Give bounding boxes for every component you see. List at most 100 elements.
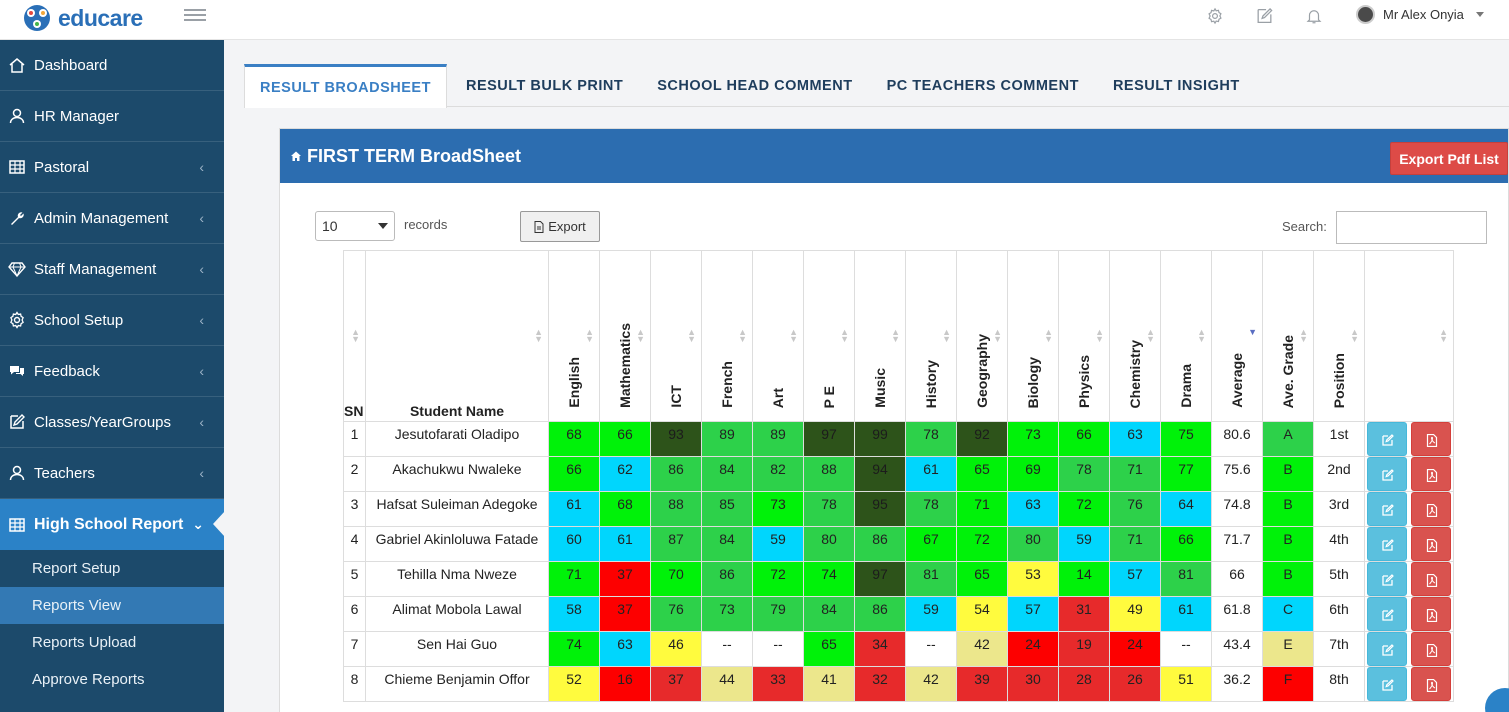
sidebar-item-high-school-report[interactable]: High School Report ⌄ — [0, 499, 225, 550]
logo-icon — [24, 5, 50, 31]
subject-header-label: P E — [821, 385, 837, 408]
column-header-subject[interactable]: English ▲ ▼ — [548, 250, 600, 422]
export-label: Export — [548, 219, 586, 234]
gear-icon[interactable] — [1206, 6, 1224, 26]
sidebar-item-label: High School Report — [34, 515, 184, 533]
edit-report-button[interactable] — [1367, 422, 1407, 456]
tab-result-broadsheet[interactable]: RESULT BROADSHEET — [244, 64, 447, 108]
top-bar: educare Mr Alex Onyia — [0, 0, 1509, 40]
tab-pc-teachers-comment[interactable]: PC TEACHERS COMMENT — [887, 64, 1079, 107]
cell-score: 59 — [905, 596, 957, 632]
sidebar-subitem-approve-reports[interactable]: Approve Reports — [0, 661, 224, 698]
panel-title: FIRST TERM BroadSheet — [307, 145, 522, 166]
edit-report-button[interactable] — [1367, 527, 1407, 561]
sidebar-item-admin-management[interactable]: Admin Management ‹ — [0, 193, 224, 244]
cell-score: 72 — [956, 526, 1008, 562]
subject-header-label: ICT — [668, 385, 684, 408]
cell-score: 68 — [599, 491, 651, 527]
app-logo[interactable]: educare — [22, 3, 143, 33]
edit-report-button[interactable] — [1367, 457, 1407, 491]
column-header-student-name[interactable]: Student Name ▲ ▼ — [365, 250, 549, 422]
menu-toggle-icon[interactable] — [184, 6, 206, 24]
user-menu[interactable]: Mr Alex Onyia — [1356, 5, 1484, 24]
column-header-actions[interactable]: ▲ ▼ — [1364, 250, 1454, 422]
column-header-summary[interactable]: Ave. Grade ▲ ▼ — [1262, 250, 1314, 422]
sidebar-subitem-reports-upload[interactable]: Reports Upload — [0, 624, 224, 661]
page-length-select[interactable]: 10 — [315, 211, 395, 241]
export-pdf-list-button[interactable]: Export Pdf List — [1390, 142, 1508, 175]
edit-report-button[interactable] — [1367, 597, 1407, 631]
cell-actions — [1364, 596, 1454, 632]
records-label: records — [404, 217, 448, 232]
column-header-subject[interactable]: Art ▲ ▼ — [752, 250, 804, 422]
cell-score: 66 — [548, 456, 600, 492]
sidebar-item-dashboard[interactable]: Dashboard — [0, 40, 224, 91]
cell-student-name: Gabriel Akinloluwa Fatade — [365, 526, 549, 562]
column-header-subject[interactable]: Geography ▲ ▼ — [956, 250, 1008, 422]
sidebar-subitem-reports-view[interactable]: Reports View — [0, 587, 224, 624]
cell-score: 99 — [854, 421, 906, 457]
search-input[interactable] — [1336, 211, 1487, 244]
cell-score: 14 — [1058, 561, 1110, 597]
tab-school-head-comment[interactable]: SCHOOL HEAD COMMENT — [657, 64, 852, 107]
pdf-report-button[interactable] — [1411, 597, 1451, 631]
column-header-subject[interactable]: Physics ▲ ▼ — [1058, 250, 1110, 422]
column-header-subject[interactable]: Music ▲ ▼ — [854, 250, 906, 422]
subject-header-label: History — [923, 359, 939, 408]
cell-score: 24 — [1007, 631, 1059, 667]
column-header-subject[interactable]: Drama ▲ ▼ — [1160, 250, 1212, 422]
pdf-report-button[interactable] — [1411, 667, 1451, 701]
sidebar-item-pastoral[interactable]: Pastoral ‹ — [0, 142, 224, 193]
cell-ave-grade: A — [1262, 421, 1314, 457]
pdf-report-button[interactable] — [1411, 527, 1451, 561]
cell-score: 44 — [701, 666, 753, 702]
column-header-summary[interactable]: Average ▼ — [1211, 250, 1263, 422]
cell-score: 92 — [956, 421, 1008, 457]
bell-icon[interactable] — [1305, 6, 1323, 26]
edit-icon — [1382, 469, 1394, 481]
sidebar-item-teachers[interactable]: Teachers ‹ — [0, 448, 224, 499]
cell-position: 6th — [1313, 596, 1365, 632]
pdf-report-button[interactable] — [1411, 492, 1451, 526]
column-header-subject[interactable]: ICT ▲ ▼ — [650, 250, 702, 422]
subject-header-label: Geography — [974, 334, 990, 408]
sidebar-item-label: Pastoral — [34, 158, 90, 176]
pdf-report-button[interactable] — [1411, 457, 1451, 491]
edit-report-button[interactable] — [1367, 667, 1407, 701]
pdf-report-button[interactable] — [1411, 632, 1451, 666]
sidebar-item-classes-yeargroups[interactable]: Classes/YearGroups ‹ — [0, 397, 224, 448]
pdf-report-button[interactable] — [1411, 422, 1451, 456]
cell-score: 79 — [752, 596, 804, 632]
sidebar-item-hr-manager[interactable]: HR Manager — [0, 91, 224, 142]
cell-ave-grade: B — [1262, 561, 1314, 597]
column-header-sn[interactable]: SN ▲ ▼ — [343, 250, 366, 422]
export-button[interactable]: Export — [520, 211, 600, 242]
sidebar-subitem-report-setup[interactable]: Report Setup — [0, 550, 224, 587]
cell-ave-grade: E — [1262, 631, 1314, 667]
cell-average: 36.2 — [1211, 666, 1263, 702]
edit-report-button[interactable] — [1367, 632, 1407, 666]
column-header-subject[interactable]: Mathematics ▲ ▼ — [599, 250, 651, 422]
file-pdf-icon — [1426, 469, 1438, 482]
column-header-subject[interactable]: Biology ▲ ▼ — [1007, 250, 1059, 422]
column-header-subject[interactable]: P E ▲ ▼ — [803, 250, 855, 422]
tab-result-insight[interactable]: RESULT INSIGHT — [1113, 64, 1240, 107]
column-header-subject[interactable]: French ▲ ▼ — [701, 250, 753, 422]
cell-score: 97 — [854, 561, 906, 597]
column-header-subject[interactable]: History ▲ ▼ — [905, 250, 957, 422]
cell-ave-grade: B — [1262, 456, 1314, 492]
cell-score: 51 — [1160, 666, 1212, 702]
tab-result-bulk-print[interactable]: RESULT BULK PRINT — [466, 64, 623, 107]
cell-score: 66 — [1160, 526, 1212, 562]
sidebar-item-staff-management[interactable]: Staff Management ‹ — [0, 244, 224, 295]
pdf-report-button[interactable] — [1411, 562, 1451, 596]
edit-report-button[interactable] — [1367, 562, 1407, 596]
cell-student-name: Hafsat Suleiman Adegoke — [365, 491, 549, 527]
column-header-subject[interactable]: Chemistry ▲ ▼ — [1109, 250, 1161, 422]
edit-report-button[interactable] — [1367, 492, 1407, 526]
edit-icon[interactable] — [1255, 6, 1274, 26]
sidebar-item-school-setup[interactable]: School Setup ‹ — [0, 295, 224, 346]
column-header-summary[interactable]: Position ▲ ▼ — [1313, 250, 1365, 422]
sidebar-item-feedback[interactable]: Feedback ‹ — [0, 346, 224, 397]
cell-actions — [1364, 666, 1454, 702]
